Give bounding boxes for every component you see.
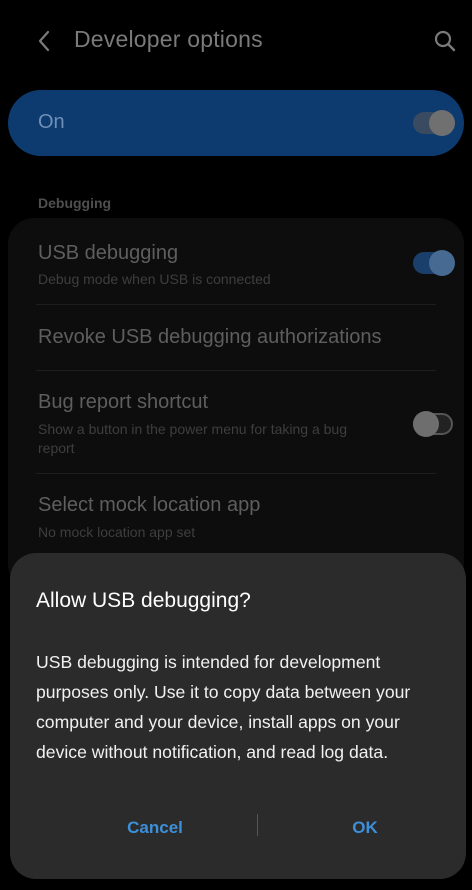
cancel-button[interactable]: Cancel: [100, 807, 210, 847]
setting-title: Bug report shortcut: [38, 391, 209, 413]
usb-debugging-dialog: Allow USB debugging? USB debugging is in…: [10, 553, 466, 879]
debugging-settings-list: USB debugging Debug mode when USB is con…: [8, 218, 464, 590]
page-title: Developer options: [74, 26, 263, 52]
ok-button[interactable]: OK: [310, 807, 420, 847]
switch-knob: [429, 110, 455, 136]
setting-title: USB debugging: [38, 242, 179, 264]
developer-options-screen: Developer options On Debugging USB debug…: [0, 0, 472, 890]
usb-debugging-switch[interactable]: [413, 250, 455, 276]
app-bar: Developer options: [0, 0, 472, 82]
master-toggle-label: On: [38, 111, 65, 133]
search-button[interactable]: [432, 28, 458, 54]
back-button[interactable]: [30, 24, 60, 58]
chevron-left-icon: [38, 30, 50, 52]
setting-bug-report-shortcut[interactable]: Bug report shortcut Show a button in the…: [8, 371, 464, 472]
section-header-debugging: Debugging: [38, 195, 112, 211]
developer-options-master-toggle[interactable]: On: [8, 90, 464, 156]
setting-title: Revoke USB debugging authorizations: [38, 326, 382, 348]
search-icon: [434, 30, 456, 52]
setting-mock-location-app[interactable]: Select mock location app No mock locatio…: [8, 474, 464, 564]
setting-summary: Debug mode when USB is connected: [38, 271, 271, 287]
setting-usb-debugging[interactable]: USB debugging Debug mode when USB is con…: [8, 218, 464, 304]
setting-revoke-authorizations[interactable]: Revoke USB debugging authorizations: [8, 305, 464, 369]
master-switch[interactable]: [413, 110, 455, 136]
setting-title: Select mock location app: [38, 494, 261, 516]
dialog-message: USB debugging is intended for developmen…: [36, 652, 411, 762]
bug-report-switch[interactable]: [413, 411, 453, 437]
button-divider: [257, 814, 258, 836]
setting-summary: No mock location app set: [38, 524, 196, 540]
dialog-title: Allow USB debugging?: [36, 589, 251, 612]
switch-knob: [413, 411, 439, 437]
setting-summary: Show a button in the power menu for taki…: [38, 421, 347, 456]
switch-knob: [429, 250, 455, 276]
